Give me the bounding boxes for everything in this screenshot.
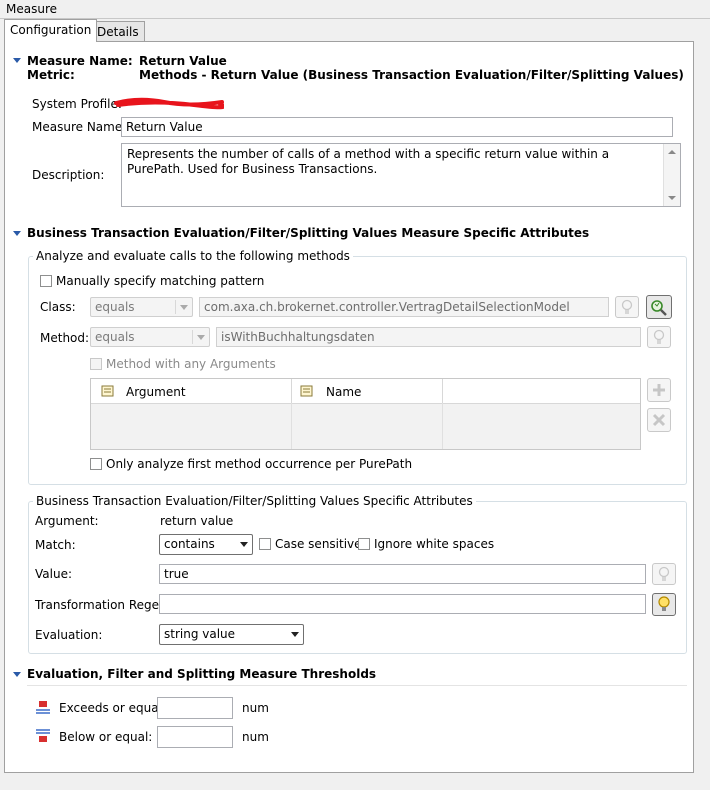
lightbulb-icon	[658, 566, 670, 581]
below-threshold-icon	[36, 728, 50, 747]
thresholds-divider	[27, 685, 687, 686]
manual-pattern-checkbox[interactable]	[40, 275, 52, 287]
tab-details[interactable]: Details	[91, 21, 145, 42]
ignore-whitespace-checkbox[interactable]	[358, 538, 370, 550]
evaluation-label: Evaluation:	[35, 628, 103, 642]
method-match-select[interactable]: equals	[90, 327, 210, 347]
manual-pattern-label: Manually specify matching pattern	[56, 274, 265, 288]
ignore-whitespace-label: Ignore white spaces	[374, 537, 495, 551]
method-input[interactable]: isWithBuchhaltungsdaten	[216, 327, 641, 347]
class-match-select[interactable]: equals	[90, 297, 193, 317]
exceeds-unit: num	[242, 701, 269, 715]
argument-column-icon	[101, 385, 114, 397]
regex-hint-button[interactable]	[652, 593, 676, 616]
below-unit: num	[242, 730, 269, 744]
method-hint-button[interactable]	[647, 326, 671, 348]
argument-column-header[interactable]: Argument	[91, 379, 292, 403]
redaction-scribble	[114, 96, 226, 110]
tab-configuration[interactable]: Configuration	[4, 19, 98, 42]
description-text: Represents the number of calls of a meth…	[127, 147, 610, 176]
thresholds-title: Evaluation, Filter and Splitting Measure…	[27, 667, 377, 681]
exceeds-threshold-icon	[36, 699, 50, 718]
first-occurrence-label: Only analyze first method occurrence per…	[106, 457, 413, 471]
plus-icon	[653, 384, 665, 396]
system-profile-label: System Profile:	[32, 97, 122, 111]
exceeds-label: Exceeds or equal:	[59, 701, 166, 715]
add-argument-button[interactable]	[647, 378, 671, 402]
class-hint-button[interactable]	[615, 296, 639, 318]
search-class-icon	[651, 300, 667, 316]
any-arguments-label: Method with any Arguments	[106, 357, 276, 371]
below-label: Below or equal:	[59, 730, 153, 744]
measure-name-header-label: Measure Name:	[27, 54, 133, 68]
method-label: Method:	[40, 331, 90, 345]
value-hint-button[interactable]	[652, 563, 676, 585]
collapse-triangle-icon[interactable]	[13, 58, 21, 63]
analyze-group-title: Analyze and evaluate calls to the follow…	[33, 249, 353, 263]
collapse-triangle-icon[interactable]	[13, 672, 21, 677]
remove-argument-button[interactable]	[647, 408, 671, 432]
argument-value: return value	[160, 514, 234, 528]
description-textarea[interactable]: Represents the number of calls of a meth…	[121, 143, 681, 207]
value-input[interactable]: true	[159, 564, 646, 584]
measure-name-input[interactable]: Return Value	[121, 117, 673, 137]
measure-name-header-value: Return Value	[139, 54, 227, 68]
exceeds-input[interactable]	[157, 697, 233, 719]
argument-label: Argument:	[35, 514, 99, 528]
view-title: Measure	[6, 2, 57, 16]
delete-icon	[652, 413, 666, 427]
any-arguments-checkbox[interactable]	[90, 358, 102, 370]
match-select[interactable]: contains	[159, 534, 253, 555]
description-label: Description:	[32, 168, 105, 182]
first-occurrence-checkbox[interactable]	[90, 458, 102, 470]
description-scrollbar[interactable]	[663, 144, 680, 206]
arguments-table: Argument Name	[90, 378, 641, 450]
evaluation-select[interactable]: string value	[159, 624, 304, 645]
value-label: Value:	[35, 567, 72, 581]
case-sensitive-label: Case sensitive	[275, 537, 362, 551]
name-column-icon	[300, 385, 313, 397]
collapse-triangle-icon[interactable]	[13, 231, 21, 236]
browse-class-button[interactable]	[646, 295, 672, 319]
lightbulb-icon	[658, 596, 670, 611]
metric-value: Methods - Return Value (Business Transac…	[139, 68, 684, 82]
class-input[interactable]: com.axa.ch.brokernet.controller.VertragD…	[199, 297, 609, 317]
case-sensitive-checkbox[interactable]	[259, 538, 271, 550]
lightbulb-icon	[653, 329, 665, 344]
name-column-header[interactable]: Name	[292, 379, 443, 403]
bt-attributes-group-title: Business Transaction Evaluation/Filter/S…	[33, 494, 476, 508]
lightbulb-icon	[621, 299, 633, 314]
specific-section-title: Business Transaction Evaluation/Filter/S…	[27, 226, 590, 240]
class-label: Class:	[40, 300, 76, 314]
arguments-table-header: Argument Name	[91, 379, 640, 404]
match-label: Match:	[35, 538, 76, 552]
measure-name-label: Measure Name:	[32, 120, 127, 134]
view-title-bar: Measure	[0, 0, 710, 19]
transformation-regex-input[interactable]	[159, 594, 646, 614]
metric-label: Metric:	[27, 68, 75, 82]
transformation-regex-label: Transformation Regex:	[35, 598, 170, 612]
below-input[interactable]	[157, 726, 233, 748]
